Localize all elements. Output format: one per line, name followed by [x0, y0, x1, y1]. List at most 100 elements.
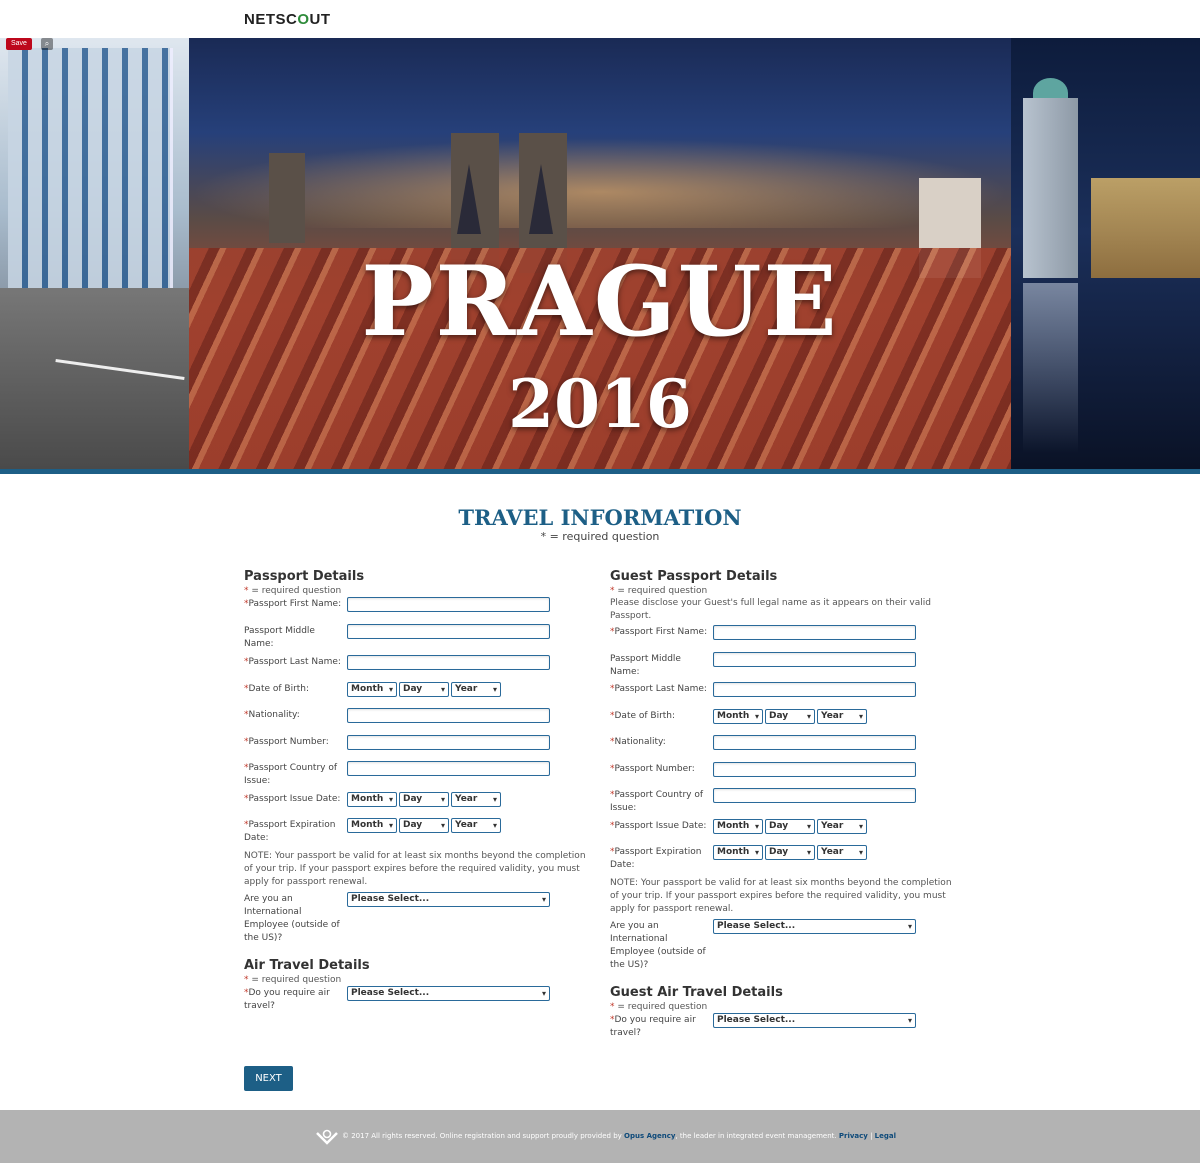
field-row: *Passport Number:	[610, 762, 955, 788]
exp-year-select[interactable]: Year	[451, 818, 501, 833]
dob-label: Date of Birth:	[248, 684, 310, 694]
field-row: *Do you require air travel? Please Selec…	[610, 1013, 955, 1040]
opus-agency-logo-icon[interactable]	[315, 1128, 339, 1145]
legal-link[interactable]: Legal	[875, 1132, 896, 1140]
field-row: Are you an International Employee (outsi…	[610, 919, 955, 974]
middle-name-label: Passport Middle Name:	[244, 626, 315, 649]
passport-last-name-input[interactable]	[347, 655, 550, 670]
guest-dob-year-select[interactable]: Year	[817, 709, 867, 724]
field-row: *Passport Issue Date: MonthDayYear	[244, 792, 589, 818]
guest-issue-year-select[interactable]: Year	[817, 819, 867, 834]
passport-middle-name-input[interactable]	[347, 624, 550, 639]
field-row: *Passport Last Name:	[244, 655, 589, 682]
guest-passport-number-input[interactable]	[713, 762, 916, 777]
passport-validity-note: NOTE: Your passport be valid for at leas…	[244, 851, 586, 887]
country-label: Passport Country of Issue:	[610, 790, 704, 813]
intl-employee-select[interactable]: Please Select...	[347, 892, 550, 907]
require-air-label: Do you require air travel?	[244, 988, 330, 1011]
passport-number-label: Passport Number:	[248, 737, 329, 747]
guest-exp-month-select[interactable]: Month	[713, 845, 763, 860]
passport-number-label: Passport Number:	[614, 764, 695, 774]
field-row: *Passport Number:	[244, 735, 589, 761]
field-row: *Date of Birth: MonthDayYear	[610, 709, 955, 735]
hero-divider	[0, 469, 1200, 474]
issue-month-select[interactable]: Month	[347, 792, 397, 807]
hero-title: PRAGUE	[361, 245, 839, 358]
passport-validity-note: NOTE: Your passport be valid for at leas…	[610, 878, 952, 914]
field-row: *Passport Last Name:	[610, 682, 955, 709]
issue-day-select[interactable]: Day	[399, 792, 449, 807]
hero-year: 2016	[508, 365, 692, 443]
field-row: *Passport First Name:	[244, 597, 589, 624]
field-row: Are you an International Employee (outsi…	[244, 892, 589, 947]
guest-exp-year-select[interactable]: Year	[817, 845, 867, 860]
required-note: * = required question	[610, 586, 708, 596]
guest-dob-day-select[interactable]: Day	[765, 709, 815, 724]
pinterest-save-button[interactable]: Save	[6, 38, 32, 50]
country-label: Passport Country of Issue:	[244, 763, 338, 786]
visual-search-icon[interactable]: ⌕	[41, 38, 53, 50]
field-row: Passport Middle Name:	[610, 652, 955, 682]
opus-agency-link[interactable]: Opus Agency	[624, 1132, 675, 1140]
hero-left-photo	[0, 38, 189, 469]
dob-year-select[interactable]: Year	[451, 682, 501, 697]
exp-month-select[interactable]: Month	[347, 818, 397, 833]
page-title: TRAVEL INFORMATION	[458, 505, 742, 530]
field-row: *Do you require air travel? Please Selec…	[244, 986, 589, 1013]
field-row: *Passport Country of Issue:	[244, 761, 589, 792]
next-button[interactable]: NEXT	[244, 1066, 293, 1091]
guest-nationality-input[interactable]	[713, 735, 916, 750]
guest-intl-employee-select[interactable]: Please Select...	[713, 919, 916, 934]
guest-issue-day-select[interactable]: Day	[765, 819, 815, 834]
guest-first-name-input[interactable]	[713, 625, 916, 640]
footer-copyright: © 2017 All rights reserved. Online regis…	[342, 1132, 897, 1140]
required-note: * = required question	[244, 975, 342, 985]
guest-exp-day-select[interactable]: Day	[765, 845, 815, 860]
issue-year-select[interactable]: Year	[451, 792, 501, 807]
passport-country-input[interactable]	[347, 761, 550, 776]
privacy-link[interactable]: Privacy	[839, 1132, 868, 1140]
required-note: * = required question	[244, 586, 342, 596]
guest-dob-month-select[interactable]: Month	[713, 709, 763, 724]
top-bar: NETSCOUT	[0, 0, 1200, 38]
exp-day-select[interactable]: Day	[399, 818, 449, 833]
section-heading: Guest Passport Details	[610, 569, 778, 584]
nationality-input[interactable]	[347, 708, 550, 723]
dob-month-select[interactable]: Month	[347, 682, 397, 697]
middle-name-label: Passport Middle Name:	[610, 654, 681, 677]
intl-employee-label: Are you an International Employee (outsi…	[610, 921, 706, 970]
guest-country-input[interactable]	[713, 788, 916, 803]
exp-date-label: Passport Expiration Date:	[244, 820, 336, 843]
footer: © 2017 All rights reserved. Online regis…	[0, 1110, 1200, 1163]
section-heading: Guest Air Travel Details	[610, 985, 783, 1000]
field-row: *Passport Expiration Date: MonthDayYear	[244, 818, 589, 846]
field-row: *Date of Birth: MonthDayYear	[244, 682, 589, 708]
passport-details-section: Passport Details * = required question *…	[244, 569, 589, 1013]
guest-middle-name-input[interactable]	[713, 652, 916, 667]
field-row: Passport Middle Name:	[244, 624, 589, 655]
nationality-label: Nationality:	[614, 737, 666, 747]
require-air-label: Do you require air travel?	[610, 1015, 696, 1038]
field-row: *Passport Expiration Date: MonthDayYear	[610, 845, 955, 873]
guest-require-air-select[interactable]: Please Select...	[713, 1013, 916, 1028]
required-note: * = required question	[610, 1002, 708, 1012]
nationality-label: Nationality:	[248, 710, 300, 720]
section-heading: Passport Details	[244, 569, 365, 584]
field-row: *Nationality:	[610, 735, 955, 762]
field-row: *Passport First Name:	[610, 625, 955, 652]
netscout-logo[interactable]: NETSCOUT	[244, 11, 331, 28]
passport-number-input[interactable]	[347, 735, 550, 750]
guest-last-name-input[interactable]	[713, 682, 916, 697]
require-air-select[interactable]: Please Select...	[347, 986, 550, 1001]
guest-issue-month-select[interactable]: Month	[713, 819, 763, 834]
dob-day-select[interactable]: Day	[399, 682, 449, 697]
hero-right-photo	[1011, 38, 1200, 469]
field-row: *Nationality:	[244, 708, 589, 735]
first-name-label: Passport First Name:	[614, 627, 708, 637]
first-name-label: Passport First Name:	[248, 599, 342, 609]
issue-date-label: Passport Issue Date:	[248, 794, 341, 804]
passport-first-name-input[interactable]	[347, 597, 550, 612]
last-name-label: Passport Last Name:	[614, 684, 707, 694]
guest-passport-details-section: Guest Passport Details * = required ques…	[610, 569, 955, 1040]
issue-date-label: Passport Issue Date:	[614, 821, 707, 831]
